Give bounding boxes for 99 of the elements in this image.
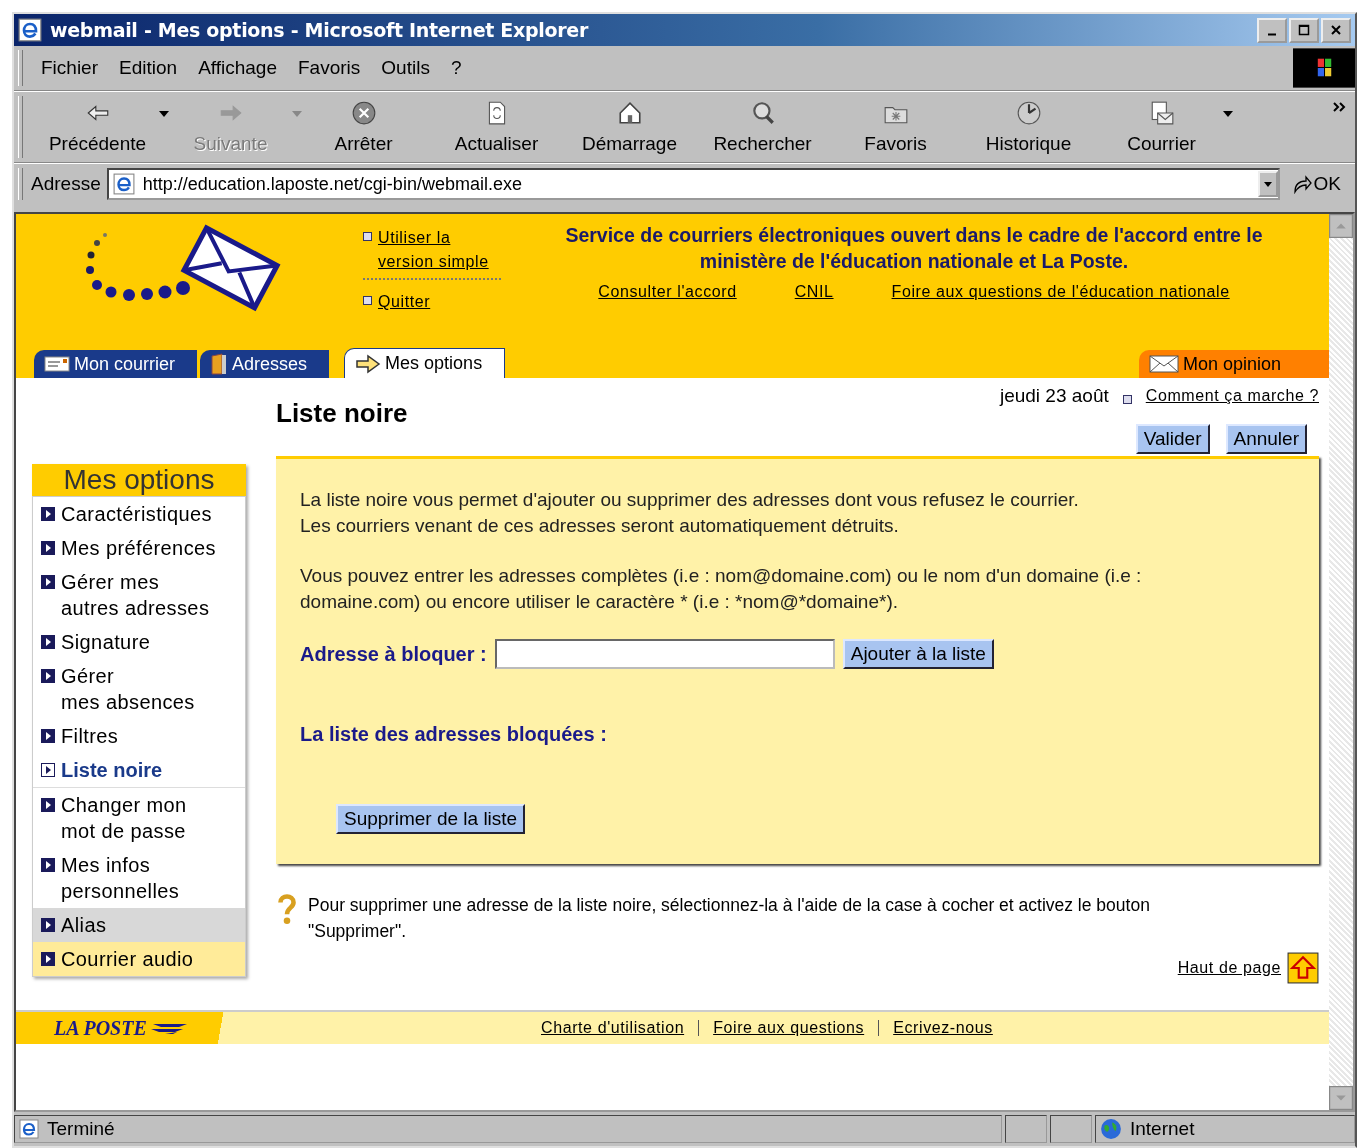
page-icon [19,1119,39,1139]
toolbar-button[interactable]: Favoris [829,97,962,157]
sidebar-item[interactable]: Liste noire [33,753,245,788]
logo-text: LA POSTE [54,1016,147,1040]
play-bullet-icon [41,798,55,812]
play-bullet-icon [41,507,55,521]
close-icon [1330,24,1342,36]
toolbar-button[interactable]: Courrier [1095,97,1228,157]
play-bullet-icon [41,669,55,683]
header-link[interactable]: Utiliser la version simple [378,226,503,274]
play-bullet-icon [41,729,55,743]
play-bullet-icon [41,918,55,932]
window-title: webmail - Mes options - Microsoft Internet Explorer [50,19,588,41]
maximize-button[interactable] [1289,17,1319,43]
sidebar-item[interactable]: Caractéristiques [33,497,245,531]
address-field[interactable]: http://education.laposte.net/cgi-bin/webmail.exe [106,168,1280,200]
globe-icon [1100,1118,1122,1140]
browser-icon [18,18,42,42]
sidebar-item[interactable]: Filtres [33,719,245,753]
envelope-icon [1148,355,1179,373]
header-link[interactable]: Consulter l'accord [598,280,737,304]
status-text: Terminé [47,1118,115,1140]
play-bullet-icon [41,541,55,555]
address-text: http://education.laposte.net/cgi-bin/webmail.exe [142,173,522,195]
question-icon [276,892,298,926]
go-button[interactable]: OK [1291,173,1341,195]
toolbar-button[interactable]: Démarrage [563,97,696,157]
menu-item[interactable]: ? [450,57,462,79]
sidebar-item[interactable]: Changer mon mot de passe [33,788,245,848]
bullet-icon [1122,394,1132,404]
chevron-icon[interactable] [1333,100,1347,114]
toolbar-button[interactable]: Actualiser [430,97,563,157]
page-title: Liste noire [276,398,408,429]
nav-tab[interactable]: Mes options [344,348,506,378]
menu-item[interactable]: Outils [381,57,430,79]
header-link[interactable]: CNIL [794,280,834,304]
sidebar-title: Mes options [32,464,246,496]
home-icon [616,100,643,126]
curved-arrow-icon [1291,174,1312,194]
form-button[interactable]: Annuler [1225,424,1307,454]
nav-tab[interactable]: Mon courrier [34,350,198,378]
play-bullet-icon [41,575,55,589]
minimize-icon [1268,32,1276,36]
date-text: jeudi 23 août [999,385,1109,407]
add-button[interactable]: Ajouter à la liste [842,639,994,669]
sidebar-item[interactable]: Alias [33,908,245,942]
play-bullet-icon [41,952,55,966]
toolbar-button[interactable]: Précédente [31,97,164,157]
bullet-icon [363,296,372,305]
book-icon [210,353,229,375]
service-title: Service de courriers électroniques ouvert dans le cadre de l'accord entre le ministère de l'éducation nationale et La Poste. [564,223,1264,274]
dropdown-button[interactable] [1257,171,1278,197]
footer-link[interactable]: Charte d'utilisation [541,1020,699,1036]
play-bullet-icon [41,635,55,649]
field-label: Adresse à bloquer : [300,642,487,666]
sidebar-item[interactable]: Gérer mes absences [33,659,245,719]
footer-link[interactable]: Foire aux questions [698,1020,879,1036]
toolbar-button[interactable]: Historique [962,97,1095,157]
maximize-icon [1298,24,1310,36]
arrow-icon [355,353,382,374]
sidebar-item[interactable]: Signature [33,625,245,659]
header-link[interactable]: Foire aux questions de l'éducation nationale [891,280,1230,304]
address-label: Adresse [31,173,101,195]
sidebar-item[interactable]: Gérer mes autres adresses [33,565,245,625]
toolbar-button[interactable]: Rechercher [696,97,829,157]
opinion-tab[interactable]: Mon opinion [1138,350,1329,378]
toolbar-button[interactable]: Arrêter [297,97,430,157]
play-bullet-icon [41,858,55,872]
top-link[interactable]: Haut de page [1177,956,1281,980]
page-icon [112,173,135,195]
sidebar-item[interactable]: Courrier audio [33,942,245,976]
footer-link[interactable]: Ecrivez-nous [878,1020,1007,1036]
sidebar-item[interactable]: Mes infos personnelles [33,848,245,908]
menu-item[interactable]: Edition [119,57,178,79]
zone-text: Internet [1130,1118,1195,1140]
menu-item[interactable]: Fichier [41,57,98,79]
clock-icon [1015,100,1042,126]
remove-button[interactable]: Supprimer de la liste [336,804,526,834]
minimize-button[interactable] [1257,17,1287,43]
hint-text: Pour supprimer une adresse de la liste noire, sélectionnez-la à l'aide de la case à cocher et activez le bouton "Supprimer". [308,894,1151,943]
menu-item[interactable]: Favoris [298,57,361,79]
card-icon [44,356,70,372]
stop-icon [350,100,377,126]
address-input[interactable] [494,639,835,669]
help-link[interactable]: Comment ça marche ? [1145,384,1319,408]
sidebar-item[interactable]: Mes préférences [33,531,245,565]
list-label: La liste des adresses bloquées : [300,723,608,746]
nav-tab[interactable]: Adresses [200,350,330,378]
description-text: Vous pouvez entrer les adresses complètes (i.e : nom@domaine.com) ou le nom d'un domaine (i.e : domaine.com) ou encore utiliser le caractère * (i.e : *nom@*domaine*). [300,564,1143,614]
play-bullet-icon [41,763,55,777]
close-button[interactable] [1321,17,1351,43]
description-text: La liste noire vous permet d'ajouter ou supprimer des adresses dont vous refusez le courrier. Les courriers venant de ces adresses seront automatiquement détruits. [300,488,1080,538]
windows-logo-icon [1293,48,1355,88]
header-link[interactable]: Quitter [378,290,431,314]
bullet-icon [363,232,372,241]
menu-item[interactable]: Affichage [198,57,277,79]
status-panel [1050,1115,1092,1143]
status-panel [1005,1115,1047,1143]
form-button[interactable]: Valider [1135,424,1210,454]
